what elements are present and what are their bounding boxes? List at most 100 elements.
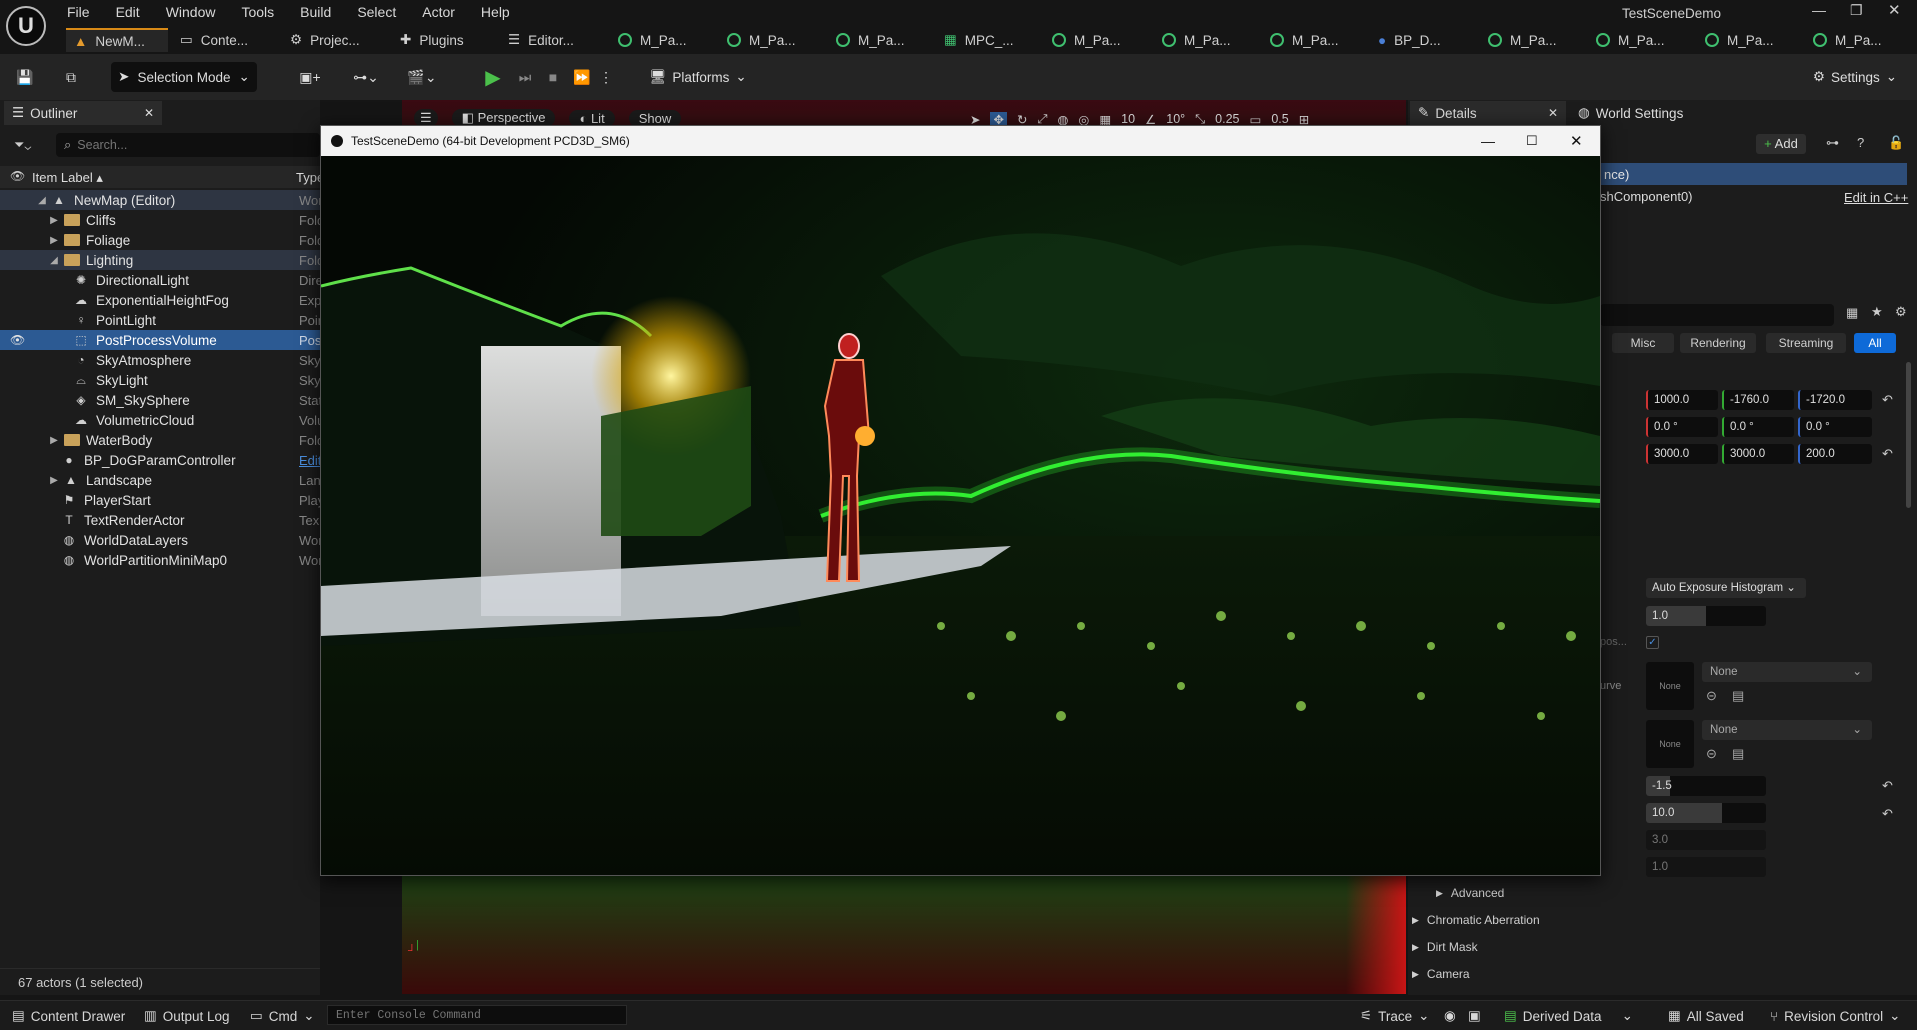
details-tab[interactable]: ✎ Details ✕ <box>1410 101 1566 125</box>
edit-in-cpp-link[interactable]: Edit in C++ <box>1844 190 1908 205</box>
lock-icon[interactable]: 🔓 <box>1888 135 1904 151</box>
collapse-icon[interactable]: ▶ <box>48 215 60 226</box>
curve-thumbnail[interactable]: None <box>1646 662 1694 710</box>
speed-down-field[interactable]: 1.0 <box>1646 857 1766 877</box>
content-drawer-button[interactable]: ▤ Content Drawer <box>12 1004 125 1028</box>
tree-row-skyatmosphere[interactable]: ◔ SkyAtmosphere Sky <box>0 350 320 370</box>
tab-material-1[interactable]: M_Pa... <box>618 28 687 52</box>
category-advanced[interactable]: ▶ Advanced <box>1436 886 1504 900</box>
play-options-button[interactable]: ⋮ <box>599 62 613 92</box>
minimize-button[interactable]: — <box>1481 133 1495 149</box>
unreal-logo[interactable]: U <box>6 6 46 46</box>
tab-plugins[interactable]: ✚ Plugins <box>400 28 464 52</box>
visibility-eye-icon[interactable]: 👁 <box>0 333 74 347</box>
menu-help[interactable]: Help <box>468 0 523 24</box>
menu-build[interactable]: Build <box>287 0 344 24</box>
all-saved-button[interactable]: ▦ All Saved <box>1668 1004 1744 1028</box>
tree-row-newmap[interactable]: ◢ ▲ NewMap (Editor) Wor <box>0 190 323 210</box>
tree-row-bp-dogparamcontroller[interactable]: ● BP_DoGParamController Edit <box>0 450 321 470</box>
tab-material-10[interactable]: M_Pa... <box>1813 28 1882 52</box>
menu-edit[interactable]: Edit <box>103 0 153 24</box>
lit-button[interactable]: ◐ Lit <box>569 109 615 127</box>
step-button[interactable]: ⏭ <box>514 62 536 92</box>
angle-snap-value[interactable]: 10° <box>1166 112 1185 126</box>
tab-content[interactable]: ▭ Conte... <box>180 28 248 52</box>
game-scene[interactable] <box>321 156 1600 875</box>
exposure-compensation-field[interactable]: 1.0 <box>1646 606 1766 626</box>
camera-speed-value[interactable]: 0.5 <box>1271 112 1288 126</box>
cmd-dropdown[interactable]: ▭ Cmd ⌄ <box>250 1004 315 1028</box>
blueprint-button[interactable]: ⊶⌄ <box>346 62 386 92</box>
details-settings-icon[interactable]: ⚙ <box>1895 304 1907 320</box>
reset-max-ev-icon[interactable]: ↶ <box>1882 806 1893 822</box>
apply-checkbox[interactable]: ✓ <box>1646 636 1659 649</box>
tree-row-worldpartitionminimap[interactable]: ◍ WorldPartitionMiniMap0 Wor <box>0 550 323 570</box>
reset-location-icon[interactable]: ↶ <box>1882 392 1893 408</box>
scale-y-field[interactable]: 3000.0 <box>1722 444 1794 464</box>
tab-material-7[interactable]: M_Pa... <box>1488 28 1557 52</box>
use-asset-icon[interactable]: ⊝ <box>1706 746 1717 762</box>
filter-all[interactable]: All <box>1854 333 1896 353</box>
maximize-button[interactable]: ☐ <box>1526 133 1538 149</box>
collapse-icon[interactable]: ▶ <box>48 475 60 486</box>
category-chromatic-aberration[interactable]: ▶ Chromatic Aberration <box>1412 913 1540 927</box>
reset-min-ev-icon[interactable]: ↶ <box>1882 778 1893 794</box>
speed-up-field[interactable]: 3.0 <box>1646 830 1766 850</box>
rotation-x-field[interactable]: 0.0 ° <box>1646 417 1718 437</box>
exposure-method-dropdown[interactable]: Auto Exposure Histogram ⌄ <box>1646 578 1806 598</box>
search-box[interactable]: ⌕ <box>56 133 320 157</box>
tree-row-skysphere[interactable]: ◈ SM_SkySphere Stat <box>0 390 322 410</box>
column-item-label[interactable]: Item Label ▴ <box>32 170 103 186</box>
save-icon[interactable]: 💾 <box>12 62 38 92</box>
close-button[interactable]: ✕ <box>1570 132 1583 150</box>
add-component-button[interactable]: + Add <box>1756 134 1806 154</box>
curve-asset-dropdown[interactable]: None ⌄ <box>1702 662 1872 682</box>
collapse-icon[interactable]: ▶ <box>48 235 60 246</box>
tab-material-9[interactable]: M_Pa... <box>1705 28 1774 52</box>
tab-material-4[interactable]: M_Pa... <box>1052 28 1121 52</box>
property-matrix-icon[interactable]: ▦ <box>1846 305 1858 321</box>
tab-blueprint[interactable]: ● BP_D... <box>1378 28 1441 52</box>
settings-dropdown[interactable]: ⚙ Settings ⌄ <box>1810 62 1900 92</box>
scale-x-field[interactable]: 3000.0 <box>1646 444 1718 464</box>
outliner-tab[interactable]: ☰ Outliner ✕ <box>4 101 162 125</box>
min-ev-field[interactable]: -1.5 <box>1646 776 1766 796</box>
trace-dropdown[interactable]: ⚟ Trace ⌄ <box>1360 1004 1429 1028</box>
tab-material-3[interactable]: M_Pa... <box>836 28 905 52</box>
use-asset-icon[interactable]: ⊝ <box>1706 688 1717 704</box>
tree-row-textrenderactor[interactable]: T TextRenderActor Tex <box>0 510 320 530</box>
eject-button[interactable]: ⏩ <box>570 62 594 92</box>
console-input[interactable] <box>327 1005 627 1025</box>
reset-scale-icon[interactable]: ↶ <box>1882 446 1893 462</box>
filter-streaming[interactable]: Streaming <box>1766 333 1846 353</box>
tree-row-worlddatalayers[interactable]: ◍ WorldDataLayers Wor <box>0 530 323 550</box>
minimize-button[interactable]: — <box>1812 2 1826 18</box>
tree-row-postprocessvolume[interactable]: 👁 ⬚ PostProcessVolume Pos <box>0 330 321 350</box>
menu-select[interactable]: Select <box>344 0 409 24</box>
tab-editor[interactable]: ☰ Editor... <box>508 28 574 52</box>
play-button[interactable]: ▶ <box>480 62 506 92</box>
tab-material-8[interactable]: M_Pa... <box>1596 28 1665 52</box>
scale-z-field[interactable]: 200.0 <box>1798 444 1872 464</box>
menu-window[interactable]: Window <box>153 0 229 24</box>
tree-row-fog[interactable]: ☁ ExponentialHeightFog Exp <box>0 290 321 310</box>
rotation-y-field[interactable]: 0.0 ° <box>1722 417 1794 437</box>
world-settings-tab[interactable]: ◍ World Settings <box>1578 101 1683 125</box>
tab-material-2[interactable]: M_Pa... <box>727 28 796 52</box>
component-root-row[interactable]: nce) <box>1600 163 1907 185</box>
category-dirt-mask[interactable]: ▶ Dirt Mask <box>1412 940 1478 954</box>
tab-material-6[interactable]: M_Pa... <box>1270 28 1339 52</box>
expand-icon[interactable]: ◢ <box>36 195 48 206</box>
rotation-z-field[interactable]: 0.0 ° <box>1798 417 1872 437</box>
favorite-star-icon[interactable]: ★ <box>1871 304 1883 320</box>
tab-mpc[interactable]: ▦ MPC_... <box>944 28 1014 52</box>
collapse-icon[interactable]: ▶ <box>48 435 60 446</box>
tab-newmap[interactable]: ▲ NewM... <box>66 28 168 52</box>
mask-asset-dropdown[interactable]: None ⌄ <box>1702 720 1872 740</box>
tree-row-volumetriccloud[interactable]: ☁ VolumetricCloud Volu <box>0 410 324 430</box>
filter-rendering[interactable]: Rendering <box>1680 333 1756 353</box>
expand-icon[interactable]: ◢ <box>48 255 60 266</box>
show-button[interactable]: Show <box>628 109 682 127</box>
tree-row-landscape[interactable]: ▶ ▲ Landscape Lan <box>0 470 321 490</box>
selection-mode-dropdown[interactable]: ➤ Selection Mode ⌄ <box>111 62 257 92</box>
